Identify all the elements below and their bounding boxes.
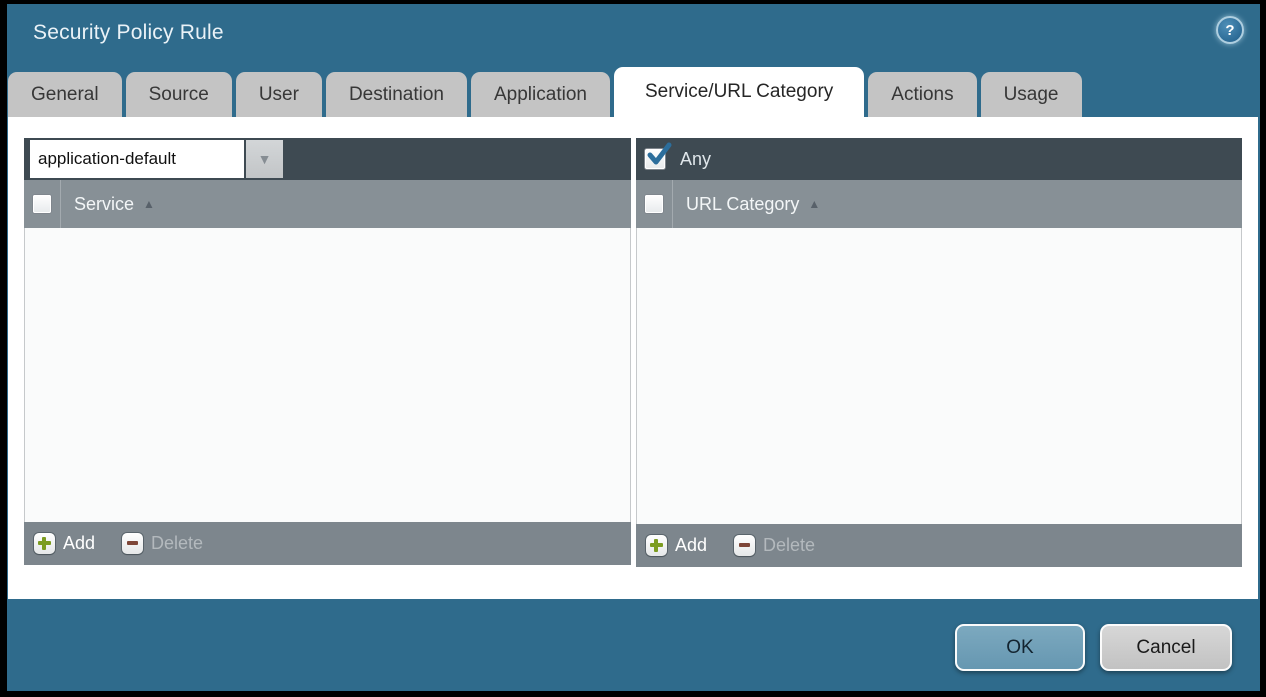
delete-icon xyxy=(734,535,755,556)
service-add-button[interactable]: Add xyxy=(34,533,95,554)
dialog-tabs: General Source User Destination Applicat… xyxy=(8,67,1082,117)
tab-actions[interactable]: Actions xyxy=(868,72,976,117)
service-delete-button[interactable]: Delete xyxy=(122,533,203,554)
tab-service-url-category[interactable]: Service/URL Category xyxy=(614,67,864,117)
url-category-column-header[interactable]: URL Category xyxy=(686,194,799,215)
checkmark-icon xyxy=(646,141,673,168)
service-column-header[interactable]: Service xyxy=(74,194,134,215)
sort-ascending-icon[interactable]: ▲ xyxy=(808,197,820,211)
chevron-down-icon: ▼ xyxy=(258,152,272,166)
url-category-select-all-cell xyxy=(636,180,673,228)
help-icon-glyph: ? xyxy=(1225,22,1234,39)
url-category-delete-label: Delete xyxy=(763,535,815,556)
url-category-add-button[interactable]: Add xyxy=(646,535,707,556)
tab-user[interactable]: User xyxy=(236,72,322,117)
delete-icon xyxy=(122,533,143,554)
url-category-select-all-checkbox[interactable] xyxy=(645,195,663,213)
dialog-action-buttons: OK Cancel xyxy=(955,624,1232,671)
service-add-label: Add xyxy=(63,533,95,554)
add-icon xyxy=(646,535,667,556)
service-delete-label: Delete xyxy=(151,533,203,554)
add-icon xyxy=(34,533,55,554)
cancel-button[interactable]: Cancel xyxy=(1100,624,1232,671)
service-type-combobox: ▼ xyxy=(30,140,283,178)
service-panel-footer: Add Delete xyxy=(24,522,631,565)
url-category-table-body[interactable] xyxy=(636,228,1242,524)
service-select-all-cell xyxy=(24,180,61,228)
sort-ascending-icon[interactable]: ▲ xyxy=(143,197,155,211)
tab-usage[interactable]: Usage xyxy=(981,72,1082,117)
tab-application[interactable]: Application xyxy=(471,72,610,117)
url-category-any-checkbox[interactable] xyxy=(645,149,665,169)
service-select-all-checkbox[interactable] xyxy=(33,195,51,213)
service-panel-toolbar: ▼ xyxy=(24,138,631,180)
service-type-dropdown-button[interactable]: ▼ xyxy=(246,140,283,178)
url-category-panel-toolbar: Any xyxy=(636,138,1242,180)
url-category-delete-button[interactable]: Delete xyxy=(734,535,815,556)
url-category-panel: Any URL Category ▲ Add Delete xyxy=(636,138,1242,567)
ok-button[interactable]: OK xyxy=(955,624,1085,671)
service-type-input[interactable] xyxy=(30,140,244,178)
security-policy-rule-dialog: Security Policy Rule ? General Source Us… xyxy=(0,0,1266,697)
tab-source[interactable]: Source xyxy=(126,72,232,117)
service-panel: ▼ Service ▲ Add Delete xyxy=(24,138,631,565)
service-table-header: Service ▲ xyxy=(24,180,631,228)
tab-content-area: ▼ Service ▲ Add Delete xyxy=(8,117,1258,599)
tab-destination[interactable]: Destination xyxy=(326,72,467,117)
url-category-panel-footer: Add Delete xyxy=(636,524,1242,567)
url-category-table-header: URL Category ▲ xyxy=(636,180,1242,228)
service-table-body[interactable] xyxy=(24,228,631,522)
url-category-add-label: Add xyxy=(675,535,707,556)
tab-general[interactable]: General xyxy=(8,72,122,117)
dialog-title: Security Policy Rule xyxy=(33,21,224,45)
help-icon[interactable]: ? xyxy=(1216,16,1244,44)
url-category-any-label: Any xyxy=(680,149,711,170)
